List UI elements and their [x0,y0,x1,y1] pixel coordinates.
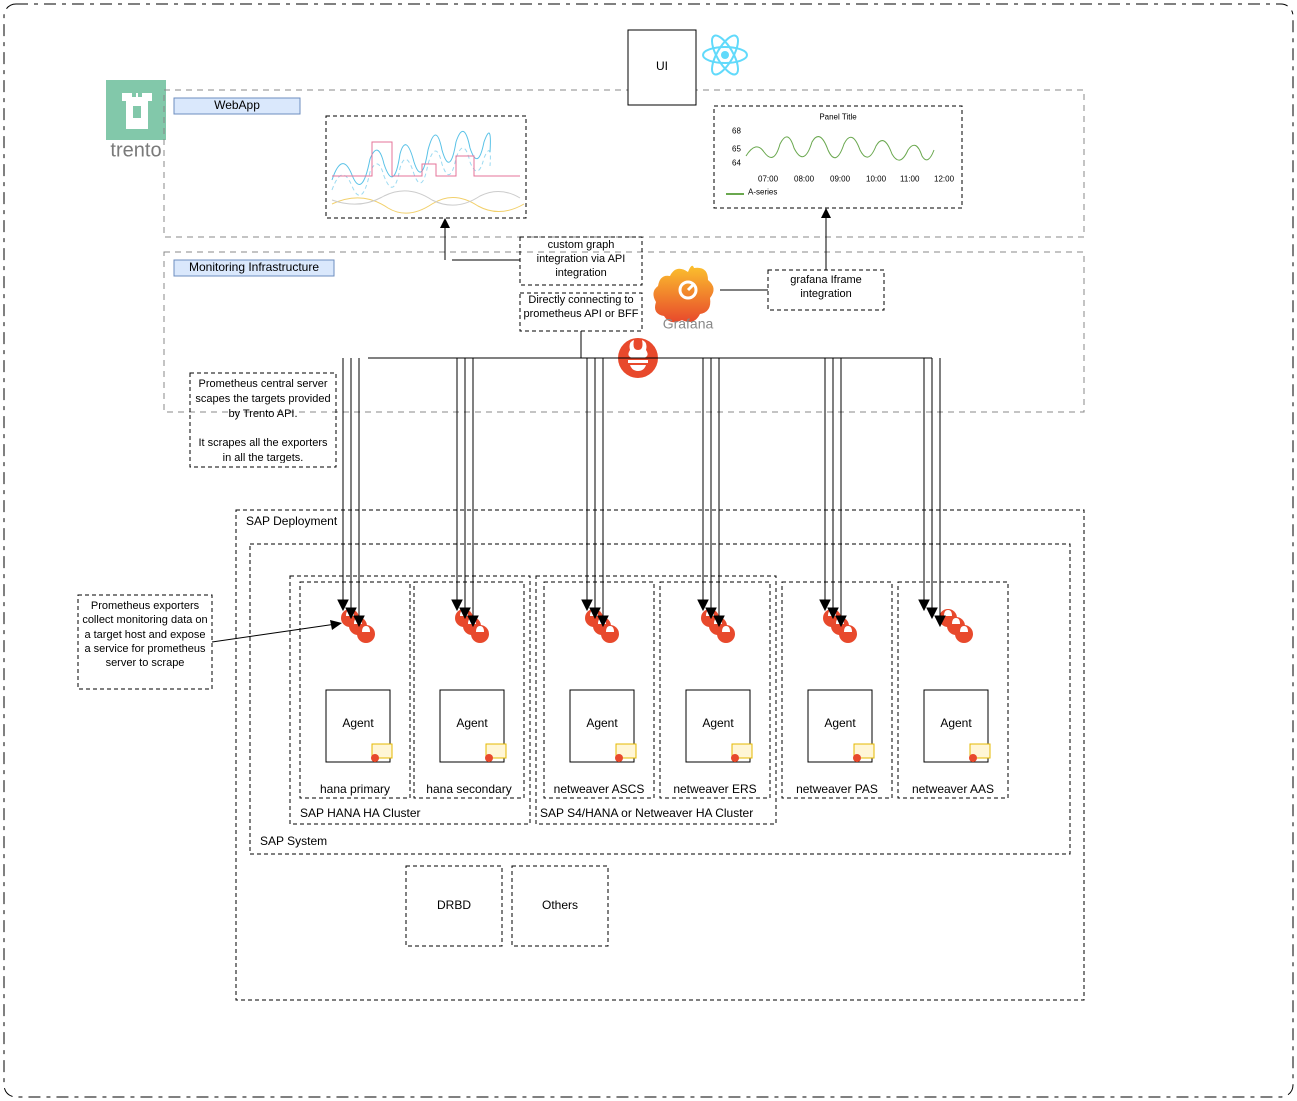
host-nw-pas: netweaver PAS Agent [782,582,892,798]
svg-text:netweaver ASCS: netweaver ASCS [554,782,645,796]
svg-text:Agent: Agent [824,716,856,730]
svg-text:12:00: 12:00 [934,175,955,184]
svg-text:netweaver PAS: netweaver PAS [796,782,878,796]
svg-text:08:00: 08:00 [794,175,815,184]
drbd-label: DRBD [437,898,471,912]
svg-text:11:00: 11:00 [900,175,920,184]
host-nw-ers: netweaver ERS Agent [660,582,770,798]
diagram-canvas: trento WebApp UI Panel Title 68 65 64 07… [0,0,1297,1101]
svg-text:trento: trento [110,140,161,162]
svg-text:Agent: Agent [702,716,734,730]
svg-text:netweaver AAS: netweaver AAS [912,782,994,796]
svg-text:Agent: Agent [586,716,618,730]
grafana-text: Grafana [663,315,714,331]
svg-text:64: 64 [732,159,741,168]
svg-text:65: 65 [732,145,741,154]
connector [212,624,336,642]
monitoring-label-text: Monitoring Infrastructure [189,260,319,274]
exporters-icons [701,609,735,643]
svg-text:netweaver ERS: netweaver ERS [673,782,756,796]
grafana-logo-icon [653,266,713,323]
outer-frame [4,4,1293,1097]
s4-cluster-label: SAP S4/HANA or Netweaver HA Cluster [540,806,753,820]
svg-text:hana secondary: hana secondary [426,782,511,796]
svg-text:10:00: 10:00 [866,175,887,184]
others-label: Others [542,898,578,912]
react-logo-icon [703,32,747,78]
host-hana-primary: hana primary Agent [300,582,410,798]
svg-text:Agent: Agent [342,716,374,730]
host-hana-secondary: hana secondary Agent [414,582,524,798]
hana-cluster-label: SAP HANA HA Cluster [300,806,421,820]
svg-text:hana primary: hana primary [320,782,390,796]
exporters-icons [455,609,489,643]
grafana-panel-title: Panel Title [819,113,857,122]
webapp-label-text: WebApp [214,98,260,112]
svg-text:09:00: 09:00 [830,175,851,184]
trento-logo: trento [106,80,166,162]
custom-graph-panel [326,116,526,218]
exporters-icons [585,609,619,643]
host-nw-ascs: netweaver ASCS Agent [544,582,654,798]
webapp-region [164,90,1084,237]
scrape-arrows [338,358,945,626]
sap-system-label: SAP System [260,834,327,848]
host-nw-aas: netweaver AAS Agent [898,582,1008,798]
svg-text:A-series: A-series [748,188,777,197]
svg-text:07:00: 07:00 [758,175,779,184]
ui-label: UI [656,59,668,73]
exporters-icons [939,609,973,643]
svg-text:68: 68 [732,127,741,136]
svg-text:Agent: Agent [940,716,972,730]
exporters-icons [823,609,857,643]
sap-deployment-label: SAP Deployment [246,514,338,528]
exporters-icons [341,609,375,643]
grafana-panel: Panel Title 68 65 64 07:00 08:00 09:00 1… [714,106,962,208]
svg-text:Agent: Agent [456,716,488,730]
